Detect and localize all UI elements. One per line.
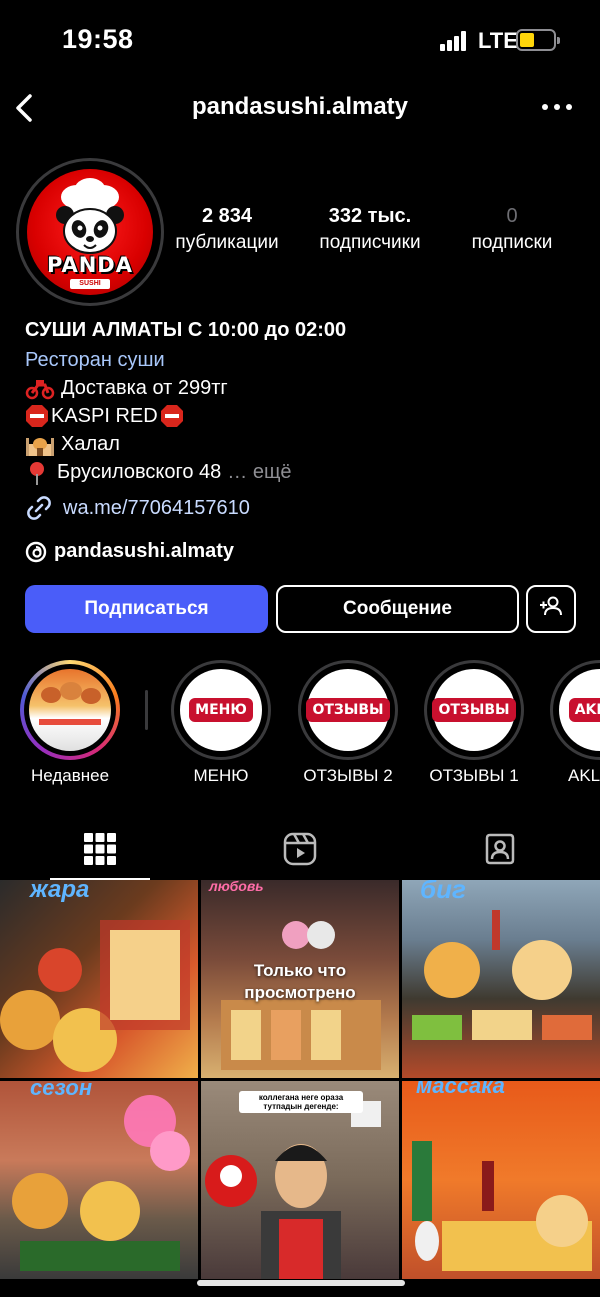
viewed-label: Только что просмотрено bbox=[244, 961, 356, 1002]
mosque-icon bbox=[25, 432, 55, 456]
divider bbox=[145, 690, 148, 730]
highlight-ring: ОТЗЫВЫ bbox=[424, 660, 524, 760]
motorbike-icon bbox=[25, 376, 55, 400]
post-thumbnail[interactable]: коллегана неге ораза тутпадын дегенде: bbox=[201, 1081, 399, 1279]
tab-tagged[interactable] bbox=[400, 822, 600, 880]
tab-reels[interactable] bbox=[200, 822, 400, 880]
highlight-label: AKL bbox=[568, 766, 600, 785]
stat-value: 332 тыс. bbox=[328, 205, 412, 227]
bio-line: Халал bbox=[25, 430, 585, 458]
highlight-badge: AKL bbox=[568, 698, 600, 722]
post-overlay-text: массака bbox=[416, 1081, 505, 1098]
highlight-label: МЕНЮ bbox=[193, 766, 249, 785]
post-thumbnail[interactable]: биг bbox=[402, 880, 600, 1078]
bio-text: Доставка от 299тг bbox=[61, 377, 228, 399]
logo-text: PANDA bbox=[47, 253, 133, 277]
post-overlay-text: любовь bbox=[209, 880, 264, 894]
tagged-icon bbox=[483, 832, 517, 871]
bio-text: KASPI RED bbox=[51, 405, 158, 427]
bio-line: KASPI RED bbox=[25, 402, 585, 430]
bio-line: Брусиловского 48 … ещё bbox=[25, 458, 585, 486]
highlight-badge: МЕНЮ bbox=[189, 698, 253, 722]
home-indicator[interactable] bbox=[197, 1280, 405, 1286]
stat-label: подписчики bbox=[319, 232, 421, 253]
post-overlay-text: сезон bbox=[30, 1081, 93, 1100]
message-button[interactable]: Сообщение bbox=[276, 585, 519, 633]
profile-header: pandasushi.almaty bbox=[0, 80, 600, 136]
stat-label: публикации bbox=[175, 232, 279, 253]
highlight-reviews-2[interactable]: ОТЗЫВЫ ОТЗЫВЫ 2 bbox=[298, 660, 398, 786]
stat-value: 0 bbox=[506, 205, 518, 227]
profile-tabs bbox=[0, 822, 600, 880]
threads-icon bbox=[25, 541, 47, 563]
posts-grid: жара любовь Только что просмотрено биг с… bbox=[0, 880, 600, 1297]
battery-icon bbox=[516, 29, 560, 51]
post-overlay-text: биг bbox=[420, 880, 466, 904]
panda-logo: PANDA SUSHI bbox=[27, 169, 153, 295]
category-label[interactable]: Ресторан суши bbox=[25, 346, 585, 374]
add-user-button[interactable] bbox=[526, 585, 576, 633]
highlight-menu[interactable]: МЕНЮ МЕНЮ bbox=[171, 660, 271, 786]
post-overlay-text: коллегана неге ораза тутпадын дегенде: bbox=[239, 1091, 363, 1113]
highlight-label: ОТЗЫВЫ 1 bbox=[429, 766, 519, 785]
threads-badge[interactable]: pandasushi.almaty bbox=[25, 540, 234, 563]
link-text: wa.me/77064157610 bbox=[63, 496, 250, 519]
logo-subtext: SUSHI bbox=[70, 279, 110, 289]
more-horizontal-icon[interactable] bbox=[542, 104, 572, 112]
reels-icon bbox=[283, 832, 317, 871]
post-thumbnail[interactable]: жара bbox=[0, 880, 198, 1078]
highlight-label: Недавнее bbox=[30, 766, 110, 785]
bio-line: Доставка от 299тг bbox=[25, 374, 585, 402]
highlight-badge: ОТЗЫВЫ bbox=[306, 698, 390, 722]
signal-icon bbox=[440, 31, 470, 51]
pin-icon bbox=[25, 460, 51, 485]
more-link[interactable]: … ещё bbox=[227, 458, 291, 486]
bio-text: Брусиловского 48 bbox=[57, 461, 222, 483]
highlight-badge: ОТЗЫВЫ bbox=[432, 698, 516, 722]
stop-sign-icon bbox=[25, 404, 51, 428]
post-overlay-text: жара bbox=[30, 880, 90, 903]
highlight-ring: AKL bbox=[550, 660, 600, 760]
stat-label: подписки bbox=[471, 232, 553, 253]
grid-icon bbox=[84, 832, 116, 870]
clock: 19:58 bbox=[62, 24, 134, 54]
threads-handle: pandasushi.almaty bbox=[54, 540, 235, 562]
stat-followers[interactable]: 332 тыс. подписчики bbox=[302, 205, 438, 254]
highlight-ring bbox=[20, 660, 120, 760]
status-bar: 19:58 LTE bbox=[0, 0, 600, 80]
add-user-icon bbox=[538, 593, 564, 625]
network-type: LTE bbox=[478, 28, 518, 53]
page-title: pandasushi.almaty bbox=[191, 93, 409, 120]
post-thumbnail[interactable]: массака bbox=[402, 1081, 600, 1279]
highlight-recent[interactable]: Недавнее bbox=[20, 660, 120, 786]
stat-value: 2 834 bbox=[201, 205, 253, 227]
highlight-ring: МЕНЮ bbox=[171, 660, 271, 760]
highlight-cover bbox=[29, 669, 111, 751]
highlight-ring: ОТЗЫВЫ bbox=[298, 660, 398, 760]
stat-posts[interactable]: 2 834 публикации bbox=[160, 205, 294, 254]
highlight-akl[interactable]: AKL AKL bbox=[550, 660, 600, 786]
highlight-label: ОТЗЫВЫ 2 bbox=[303, 766, 393, 785]
follow-button[interactable]: Подписаться bbox=[25, 585, 268, 633]
stat-following[interactable]: 0 подписки bbox=[454, 205, 570, 254]
bio-text: Халал bbox=[61, 433, 120, 455]
profile-stats: 2 834 публикации 332 тыс. подписчики 0 п… bbox=[160, 205, 600, 261]
website-link[interactable]: wa.me/77064157610 bbox=[25, 494, 250, 522]
highlight-reviews-1[interactable]: ОТЗЫВЫ ОТЗЫВЫ 1 bbox=[424, 660, 524, 786]
post-thumbnail[interactable]: сезон bbox=[0, 1081, 198, 1279]
stop-sign-icon bbox=[160, 404, 186, 428]
link-icon bbox=[25, 494, 53, 522]
avatar[interactable]: PANDA SUSHI bbox=[16, 158, 164, 306]
post-thumbnail[interactable]: любовь Только что просмотрено bbox=[201, 880, 399, 1078]
bio: СУШИ АЛМАТЫ С 10:00 до 02:00 Ресторан су… bbox=[25, 316, 585, 486]
tab-grid[interactable] bbox=[0, 822, 200, 880]
bio-title: СУШИ АЛМАТЫ С 10:00 до 02:00 bbox=[25, 319, 347, 341]
